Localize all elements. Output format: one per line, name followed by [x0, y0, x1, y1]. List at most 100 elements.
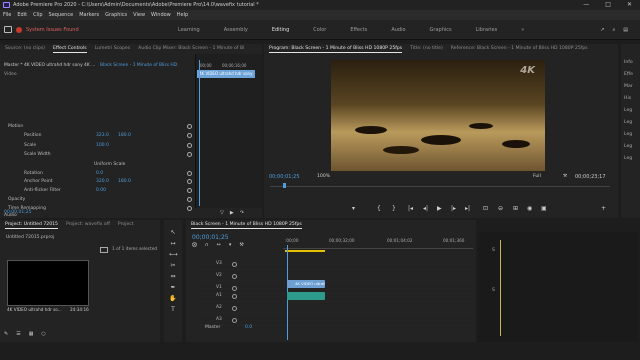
effect-row[interactable]: Uniform Scale — [0, 161, 195, 170]
tab-lumetri-scopes[interactable]: Lumetri Scopes — [95, 44, 131, 53]
reset-icon[interactable] — [187, 133, 192, 138]
reset-icon[interactable] — [187, 171, 192, 176]
sequence-clip-link[interactable]: Black Screen - 1 Minute of Bliss HD — [100, 63, 177, 68]
tab-program[interactable]: Program: Black Screen - 1 Minute of Blis… — [269, 44, 403, 53]
effect-row[interactable]: Position 323.0 180.0 — [0, 132, 195, 141]
menu-sequence[interactable]: Sequence — [49, 10, 74, 20]
program-video-frame[interactable]: 4K — [331, 60, 545, 171]
effect-value-2[interactable]: 180.0 — [118, 178, 131, 187]
reset-icon[interactable] — [187, 179, 192, 184]
hand-tool-icon[interactable]: ✋ — [169, 295, 177, 303]
add-marker-button[interactable]: ▾ — [352, 205, 355, 213]
system-issues-link[interactable]: System Issues Found — [26, 26, 79, 34]
reset-icon[interactable] — [187, 206, 192, 211]
sidebar-legacy-2[interactable]: Leg — [624, 117, 640, 129]
workspace-color[interactable]: Color — [313, 26, 326, 34]
timeline-track[interactable]: V3 — [198, 260, 472, 270]
sidebar-history[interactable]: His — [624, 93, 640, 105]
slider-icon[interactable]: ○ — [41, 331, 45, 337]
effect-row[interactable]: Anchor Point 320.0 180.0 — [0, 178, 195, 187]
reset-icon[interactable] — [187, 188, 192, 193]
track-visibility-icon[interactable] — [232, 306, 237, 311]
reset-icon[interactable] — [187, 124, 192, 129]
close-button[interactable]: ✕ — [627, 0, 632, 10]
go-to-out-button[interactable]: ▸| — [465, 205, 470, 213]
track-label[interactable]: A1 — [216, 293, 222, 298]
reset-icon[interactable] — [187, 197, 192, 202]
icon-view-icon[interactable]: ▦ — [29, 331, 34, 337]
timeline-track[interactable]: V2 — [198, 272, 472, 282]
work-area-bar[interactable] — [285, 250, 325, 252]
tab-project-more[interactable]: Project — [118, 220, 134, 229]
track-visibility-icon[interactable] — [232, 274, 237, 279]
track-visibility-icon[interactable] — [232, 318, 237, 323]
type-tool-icon[interactable]: T — [169, 306, 177, 314]
workspace-audio[interactable]: Audio — [391, 26, 405, 34]
effect-value-1[interactable]: 0.00 — [96, 187, 106, 196]
mini-timeline-clip[interactable]: 4K VIDEO ultrahd hdr sony — [197, 70, 255, 78]
tab-effect-controls[interactable]: Effect Controls — [52, 44, 87, 53]
razor-tool-icon[interactable]: ✂ — [169, 262, 177, 270]
menu-file[interactable]: File — [3, 10, 11, 20]
pen-tool-icon[interactable]: ✒ — [169, 284, 177, 292]
effect-value-2[interactable]: 180.0 — [118, 132, 131, 141]
workspace-effects[interactable]: Effects — [350, 26, 367, 34]
workspace-assembly[interactable]: Assembly — [224, 26, 248, 34]
extract-button[interactable]: ⊖ — [498, 205, 503, 213]
menu-clip[interactable]: Clip — [33, 10, 42, 20]
lift-button[interactable]: ⊡ — [483, 205, 488, 213]
effect-row[interactable]: Scale Width — [0, 151, 195, 160]
sidebar-legacy-1[interactable]: Leg — [624, 105, 640, 117]
workspace-more[interactable]: » — [521, 26, 524, 34]
mark-out-button[interactable]: } — [392, 205, 396, 213]
go-to-in-button[interactable]: |◂ — [408, 205, 413, 213]
project-clip-name[interactable]: 4K VIDEO ultrahd hdr so... — [7, 307, 62, 312]
effect-value-1[interactable]: 100.0 — [96, 142, 109, 151]
play-only-audio-icon[interactable]: ▶ — [230, 210, 234, 216]
track-visibility-icon[interactable] — [232, 262, 237, 267]
filter-icon[interactable]: ▽ — [220, 210, 224, 216]
nest-icon[interactable]: ⨂ — [192, 242, 197, 248]
track-label[interactable]: A2 — [216, 305, 222, 310]
sidebar-effects[interactable]: Effe — [624, 69, 640, 81]
reset-icon[interactable] — [187, 152, 192, 157]
bin-icon[interactable] — [100, 247, 108, 253]
tab-title[interactable]: Title: (no title) — [410, 44, 443, 53]
step-back-button[interactable]: ◂| — [423, 205, 428, 213]
timeline-timecode[interactable]: 00;00;01;25 — [192, 234, 229, 241]
master-clip-selector[interactable]: Master * 4K VIDEO ultrahd hdr sony 4K ..… — [4, 63, 95, 68]
track-visibility-icon[interactable] — [232, 294, 237, 299]
track-label[interactable]: V2 — [216, 273, 222, 278]
master-track-value[interactable]: 0.0 — [245, 325, 252, 330]
effect-value-1[interactable]: 323.0 — [96, 132, 109, 141]
collapse-icon[interactable]: ▤ — [623, 26, 628, 34]
sidebar-info[interactable]: Info — [624, 57, 640, 69]
slip-tool-icon[interactable]: ⇔ — [169, 273, 177, 281]
timeline-track[interactable]: A3 — [198, 316, 472, 326]
export-frame-icon[interactable]: ↷ — [240, 210, 244, 216]
track-select-tool-icon[interactable]: ↦ — [169, 240, 177, 248]
export-frame-button[interactable]: ⊞ — [513, 205, 518, 213]
tab-sequence[interactable]: Black Screen - 1 Minute of Bliss HD 1080… — [191, 220, 302, 229]
minimize-button[interactable]: — — [583, 0, 589, 10]
video-clip-v1[interactable]: 4K VIDEO ultrahd — [287, 280, 325, 288]
timeline-track[interactable]: A2 — [198, 304, 472, 314]
snap-icon[interactable]: ∩ — [205, 242, 209, 248]
reset-icon[interactable] — [187, 143, 192, 148]
settings-icon[interactable]: ⚒ — [563, 174, 567, 179]
menu-graphics[interactable]: Graphics — [105, 10, 127, 20]
search-icon[interactable]: ⌕ — [612, 26, 615, 34]
ripple-edit-tool-icon[interactable]: ⟷ — [169, 251, 178, 259]
tab-audio-clip-mixer[interactable]: Audio Clip Mixer: Black Screen - 1 Minut… — [138, 44, 244, 53]
track-label[interactable]: V1 — [216, 285, 222, 290]
effect-row[interactable]: Motion — [0, 123, 195, 132]
program-zoom[interactable]: 100% — [317, 174, 330, 179]
track-visibility-icon[interactable] — [232, 286, 237, 291]
tab-reference[interactable]: Reference: Black Screen - 1 Minute of Bl… — [451, 44, 588, 53]
track-label[interactable]: A3 — [216, 317, 222, 322]
wrench-icon[interactable]: ⚒ — [239, 242, 243, 248]
menu-help[interactable]: Help — [177, 10, 188, 20]
workspace-learning[interactable]: Learning — [178, 26, 200, 34]
pencil-icon[interactable]: ✎ — [4, 331, 8, 337]
home-icon[interactable] — [4, 26, 12, 33]
